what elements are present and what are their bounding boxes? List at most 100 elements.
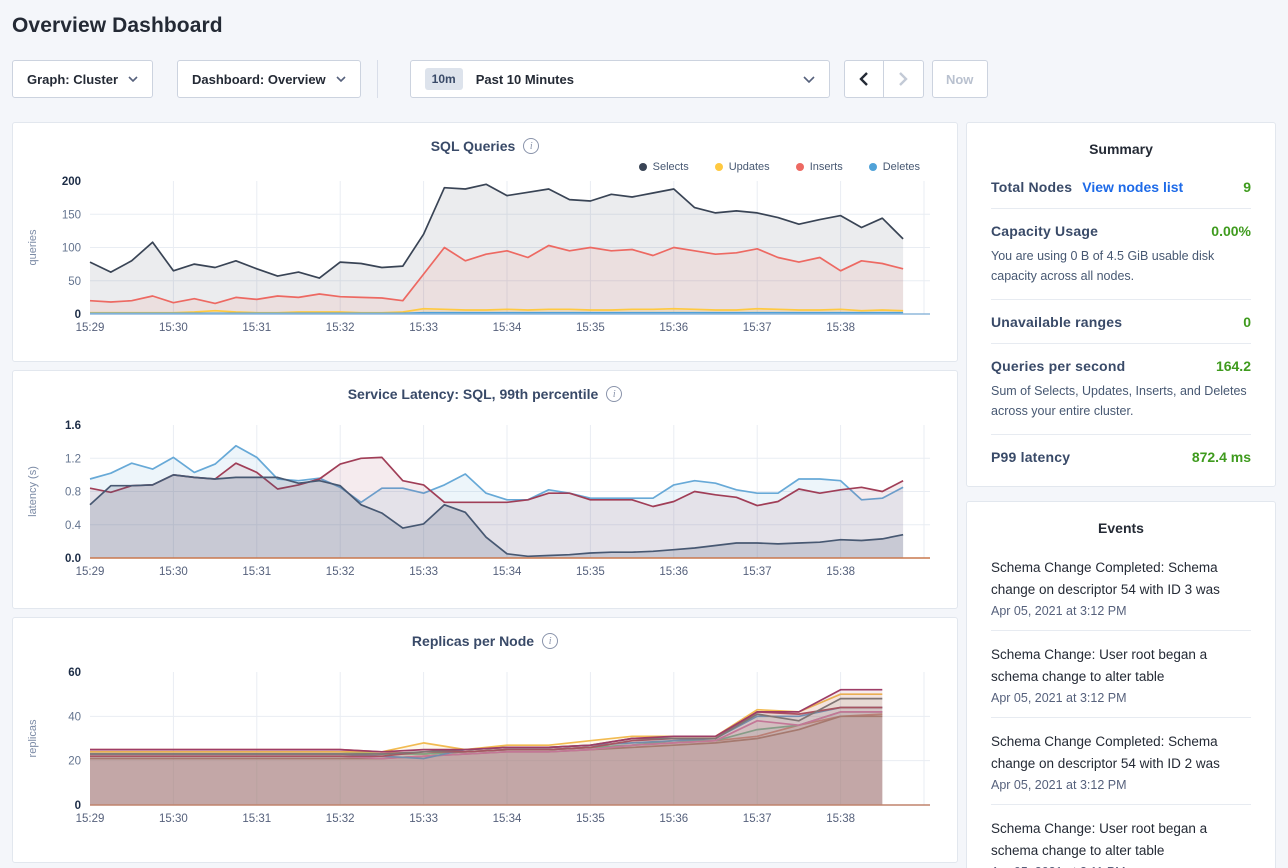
svg-text:0.8: 0.8 [65,487,81,499]
legend-label: Deletes [883,161,920,173]
svg-text:0: 0 [75,309,81,321]
sidebar: Summary Total NodesView nodes list9Capac… [966,122,1276,868]
info-icon[interactable]: i [606,386,622,402]
summary-title: Summary [991,141,1251,157]
chart-title: SQL Queries [431,138,516,154]
charts-column: SQL Queries i Selects Updates Inserts Deletes… [12,122,958,863]
svg-text:15:30: 15:30 [159,322,188,334]
svg-text:replicas: replicas [27,719,39,757]
chart-card-sql-queries: SQL Queries i Selects Updates Inserts Deletes… [12,122,958,362]
view-nodes-link[interactable]: View nodes list [1082,179,1183,195]
svg-text:15:30: 15:30 [159,566,188,578]
dashboard-dropdown-label: Dashboard: Overview [192,72,326,87]
chart-plot-sql-queries[interactable]: 05010015020015:2915:3015:3115:3215:3315:… [20,175,950,342]
svg-text:15:38: 15:38 [826,322,855,334]
svg-text:15:31: 15:31 [242,322,271,334]
dashboard-dropdown[interactable]: Dashboard: Overview [177,60,361,98]
svg-text:15:37: 15:37 [743,322,772,334]
summary-row-head: Queries per second164.2 [991,358,1251,374]
legend-item-deletes: Deletes [869,159,920,175]
chevron-left-icon [859,72,868,86]
event-item[interactable]: Schema Change Completed: Schema change o… [991,544,1251,630]
svg-text:50: 50 [68,276,81,288]
info-icon[interactable]: i [542,633,558,649]
summary-label: P99 latency [991,449,1070,465]
event-timestamp: Apr 05, 2021 at 3:12 PM [991,691,1251,705]
summary-label: Capacity Usage [991,223,1098,239]
svg-text:15:31: 15:31 [242,566,271,578]
legend-label: Selects [653,161,689,173]
svg-text:15:30: 15:30 [159,813,188,825]
svg-text:200: 200 [62,176,81,188]
svg-text:15:34: 15:34 [493,813,522,825]
event-timestamp: Apr 05, 2021 at 3:12 PM [991,778,1251,792]
summary-row: Total NodesView nodes list9 [991,165,1251,208]
svg-text:1.2: 1.2 [65,453,81,465]
svg-text:15:29: 15:29 [76,322,105,334]
graph-dropdown-label: Graph: Cluster [27,72,118,87]
svg-text:0.0: 0.0 [65,553,81,565]
svg-text:150: 150 [62,209,81,221]
overview-dashboard-page: Overview Dashboard Graph: Cluster Dashbo… [0,0,1288,868]
time-range-badge: 10m [425,68,463,90]
info-icon[interactable]: i [523,138,539,154]
time-prev-button[interactable] [844,60,884,98]
legend-dot [639,163,647,171]
svg-text:15:34: 15:34 [493,566,522,578]
svg-text:15:35: 15:35 [576,566,605,578]
svg-text:15:35: 15:35 [576,322,605,334]
svg-text:60: 60 [68,667,81,679]
legend-label: Updates [729,161,770,173]
svg-text:15:36: 15:36 [659,813,688,825]
chart-title-row: Replicas per Node i [20,630,950,652]
dashboard-content: SQL Queries i Selects Updates Inserts Deletes… [12,122,1276,868]
page-title: Overview Dashboard [12,14,1276,38]
time-range-picker[interactable]: 10m Past 10 Minutes [410,60,830,98]
svg-text:15:37: 15:37 [743,813,772,825]
event-message: Schema Change Completed: Schema change o… [991,731,1251,775]
graph-dropdown[interactable]: Graph: Cluster [12,60,153,98]
svg-text:15:33: 15:33 [409,566,438,578]
summary-row: Capacity Usage0.00%You are using 0 B of … [991,208,1251,299]
svg-text:100: 100 [62,243,81,255]
chart-card-service-latency: Service Latency: SQL, 99th percentile i 0.… [12,370,958,609]
toolbar-divider [377,60,378,98]
legend-label: Inserts [810,161,843,173]
chart-title: Service Latency: SQL, 99th percentile [348,386,599,402]
svg-text:0: 0 [75,800,81,812]
chart-plot-replicas-per-node[interactable]: 020406015:2915:3015:3115:3215:3315:3415:… [20,652,950,833]
event-item[interactable]: Schema Change: User root began a schema … [991,804,1251,868]
chart-card-replicas-per-node: Replicas per Nodei020406015:2915:3015:31… [12,617,958,863]
legend-item-selects: Selects [639,159,689,175]
summary-label: Queries per second [991,358,1125,374]
svg-text:15:29: 15:29 [76,566,105,578]
chevron-down-icon [803,76,815,83]
toolbar: Graph: Cluster Dashboard: Overview 10m P… [12,60,1276,98]
time-range-label: Past 10 Minutes [476,72,574,87]
chart-legend: Selects Updates Inserts Deletes [20,159,920,175]
summary-row-head: Unavailable ranges0 [991,314,1251,330]
chevron-right-icon [899,72,908,86]
svg-text:15:36: 15:36 [659,322,688,334]
event-item[interactable]: Schema Change: User root began a schema … [991,630,1251,717]
time-next-button [884,60,924,98]
summary-row-head: Total NodesView nodes list9 [991,179,1251,195]
summary-description: Sum of Selects, Updates, Inserts, and De… [991,381,1251,421]
summary-description: You are using 0 B of 4.5 GiB usable disk… [991,246,1251,286]
summary-rows: Total NodesView nodes list9Capacity Usag… [991,165,1251,478]
event-message: Schema Change: User root began a schema … [991,644,1251,688]
svg-text:40: 40 [68,711,81,723]
svg-text:15:38: 15:38 [826,566,855,578]
summary-row-head: P99 latency872.4 ms [991,449,1251,465]
event-item[interactable]: Schema Change Completed: Schema change o… [991,717,1251,804]
svg-text:queries: queries [27,229,39,266]
svg-text:15:37: 15:37 [743,566,772,578]
summary-row: Queries per second164.2 Sum of Selects, U… [991,343,1251,434]
chart-title: Replicas per Node [412,633,534,649]
events-list: Schema Change Completed: Schema change o… [991,544,1251,868]
svg-text:15:33: 15:33 [409,322,438,334]
events-panel: Events Schema Change Completed: Schema c… [966,501,1276,868]
chart-plot-service-latency[interactable]: 0.00.40.81.21.615:2915:3015:3115:3215:33… [20,405,950,586]
svg-text:15:35: 15:35 [576,813,605,825]
summary-value: 9 [1243,179,1251,195]
